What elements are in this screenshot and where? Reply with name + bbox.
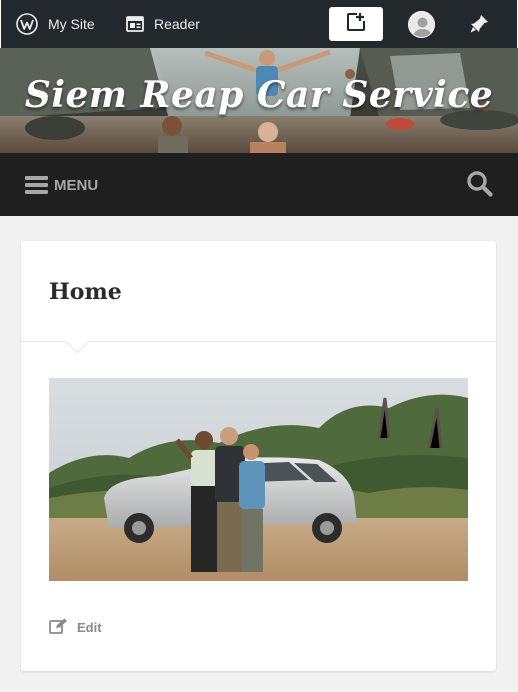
main-navigation: MENU bbox=[0, 153, 518, 216]
edit-icon bbox=[49, 618, 68, 637]
post-featured-image bbox=[49, 378, 468, 581]
reader-label: Reader bbox=[154, 16, 200, 32]
my-site-label: My Site bbox=[48, 16, 95, 32]
notifications-bell-icon[interactable] bbox=[468, 13, 490, 40]
user-avatar[interactable] bbox=[408, 11, 435, 38]
menu-toggle-button[interactable]: MENU bbox=[25, 172, 98, 198]
reader-link[interactable]: Reader bbox=[126, 0, 200, 48]
edit-label: Edit bbox=[77, 620, 102, 635]
edit-post-link[interactable]: Edit bbox=[49, 618, 102, 637]
admin-bar: My Site Reader bbox=[0, 0, 518, 48]
reader-icon bbox=[126, 16, 144, 32]
post-card: Home Edit bbox=[21, 241, 496, 671]
my-site-link[interactable]: My Site bbox=[16, 0, 95, 48]
title-divider bbox=[21, 341, 496, 342]
hamburger-icon bbox=[25, 176, 48, 194]
wordpress-icon bbox=[16, 13, 38, 35]
post-title: Home bbox=[49, 279, 122, 305]
search-icon[interactable] bbox=[466, 170, 493, 202]
write-post-icon bbox=[345, 11, 367, 38]
menu-label: MENU bbox=[54, 176, 99, 194]
header-banner: Siem Reap Car Service bbox=[0, 48, 518, 153]
divider-notch bbox=[65, 330, 89, 354]
site-title[interactable]: Siem Reap Car Service bbox=[0, 74, 518, 116]
write-post-button[interactable] bbox=[329, 7, 383, 41]
